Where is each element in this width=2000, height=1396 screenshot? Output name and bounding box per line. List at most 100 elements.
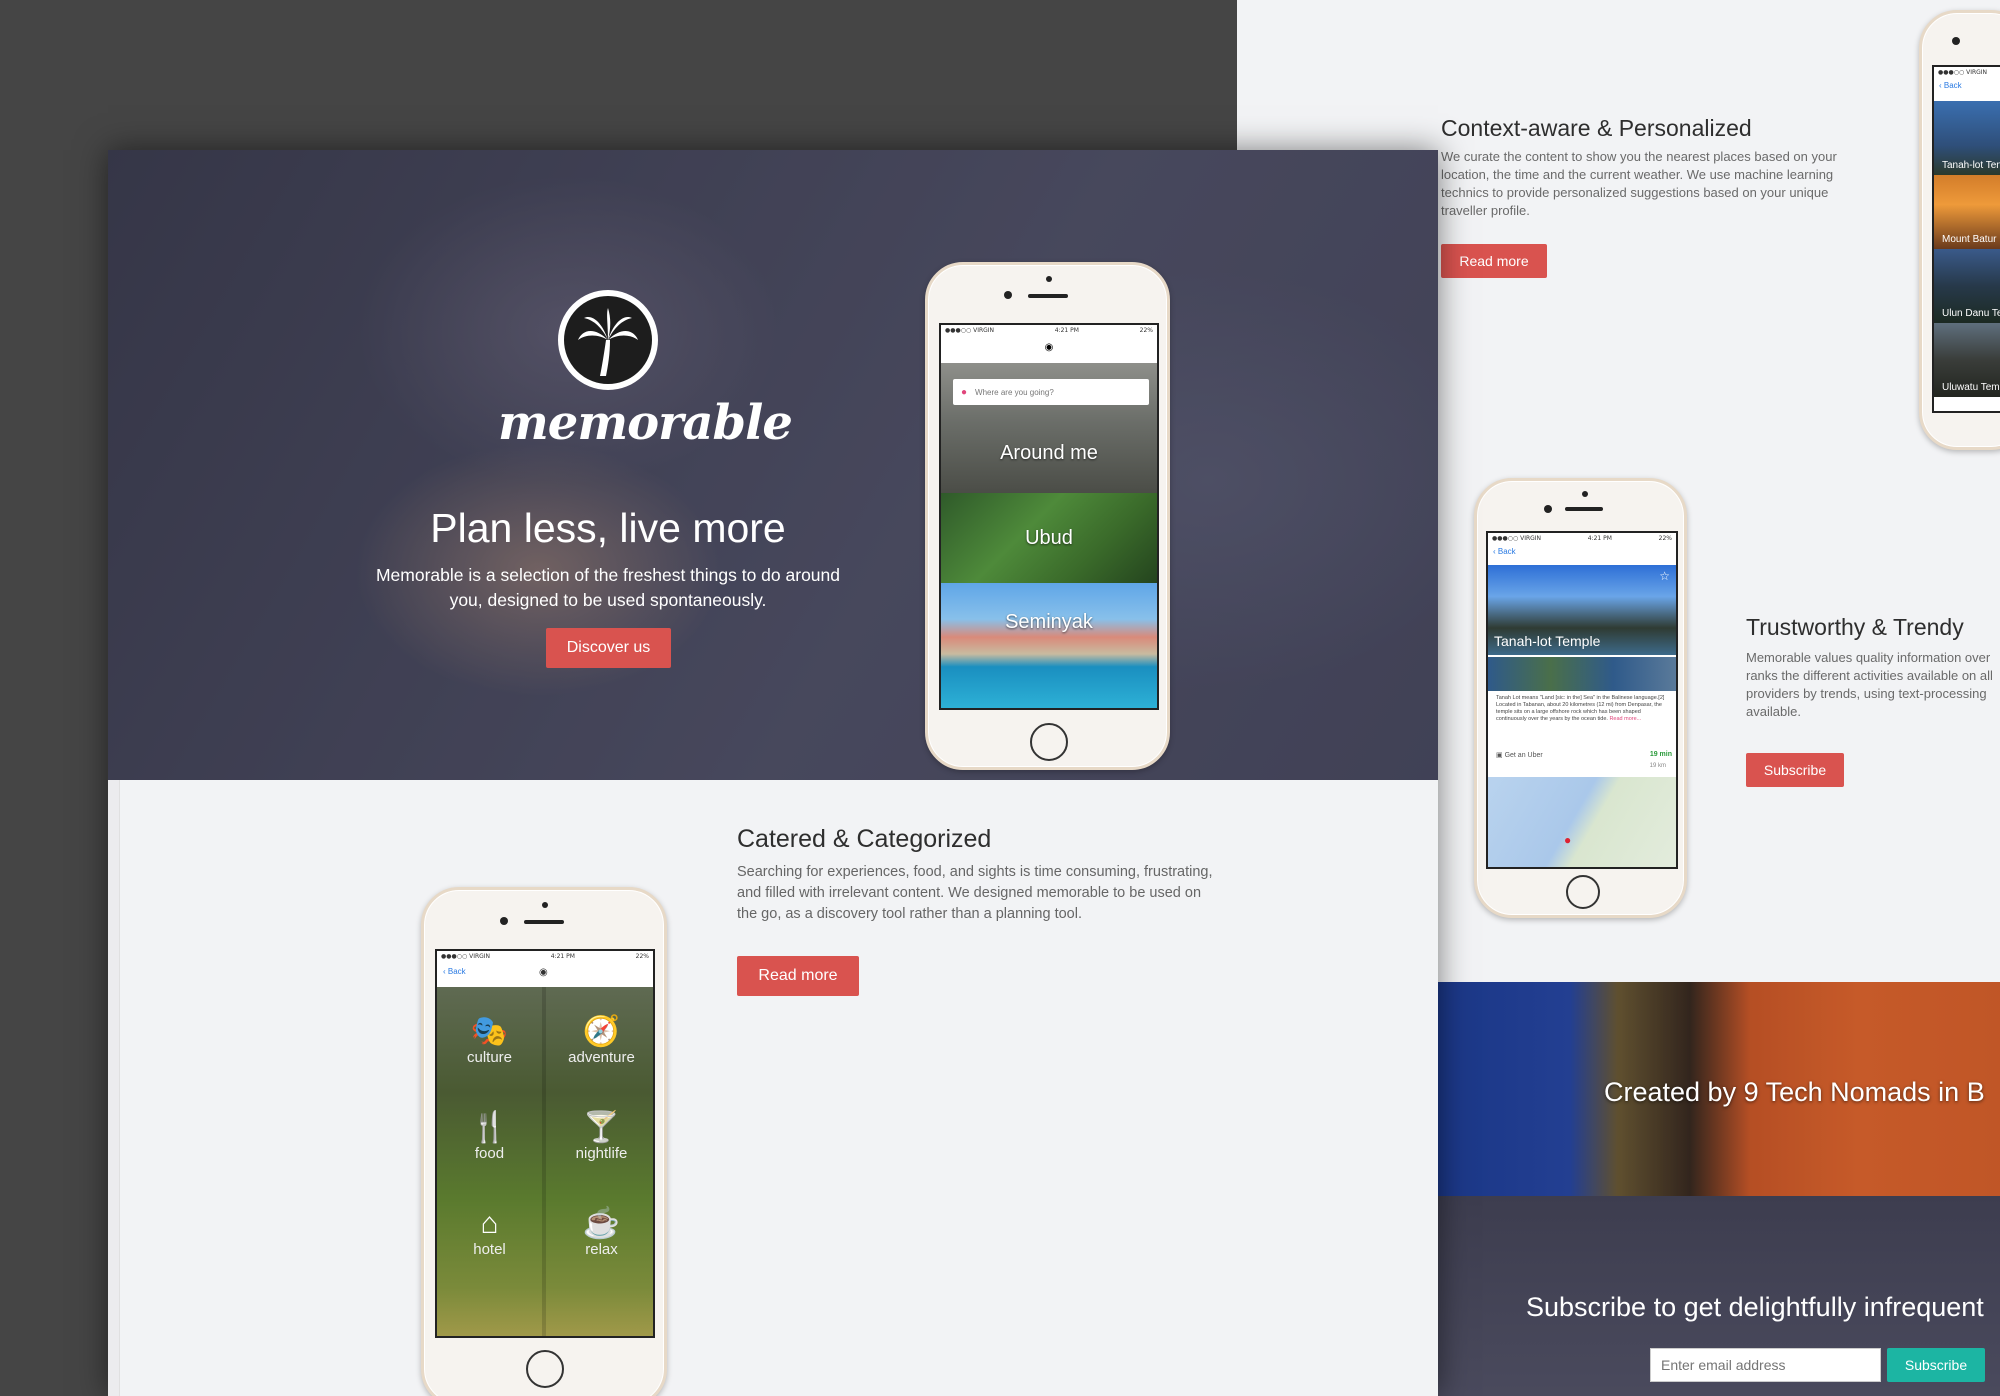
category-label: adventure — [568, 1049, 635, 1066]
status-bar: ●●●○○ VIRGIN 4:21 PM 22% — [437, 951, 653, 963]
phone-camera — [500, 917, 508, 925]
status-bar: ●●●○○ VIRGIN 4:21 PM 22% — [1488, 533, 1676, 545]
read-more-link[interactable]: Read more... — [1609, 716, 1641, 722]
list-item-label: Tanah-lot Ten — [1942, 160, 2000, 171]
context-section: Context-aware & Personalized We curate t… — [1441, 115, 1861, 278]
tile-label: Seminyak — [1005, 611, 1093, 633]
subscribe-button[interactable]: Subscribe — [1746, 753, 1844, 787]
category-relax[interactable]: ☕ relax — [546, 1207, 653, 1258]
map[interactable]: ● — [1488, 777, 1676, 867]
category-label: hotel — [473, 1241, 506, 1258]
place-title: Tanah-lot Temple — [1494, 633, 1601, 649]
home-button — [1030, 723, 1068, 761]
context-text: We curate the content to show you the ne… — [1441, 149, 1837, 218]
phone-camera — [1004, 291, 1012, 299]
phone-speaker — [1028, 294, 1068, 298]
carrier: ●●●○○ VIRGIN — [1492, 535, 1542, 542]
category-label: nightlife — [575, 1145, 628, 1162]
category-food[interactable]: 🍴 food — [437, 1111, 542, 1162]
theater-masks-icon: 🎭 — [470, 1015, 509, 1048]
categories-title: Catered & Categorized — [737, 825, 992, 853]
hero-content: memorable Plan less, live more Memorable… — [108, 150, 1438, 780]
category-grid: 🎭 culture 🧭 adventure 🍴 food 🍸 nightlife… — [437, 987, 653, 1336]
map-pin-icon: ● — [1564, 833, 1572, 847]
hero-subtitle: Memorable is a selection of the freshest… — [358, 563, 858, 613]
status-bar: ●●●○○ VIRGIN — [1934, 67, 2000, 79]
category-nightlife[interactable]: 🍸 nightlife — [546, 1111, 653, 1162]
eta: 19 min — [1649, 751, 1672, 758]
back-link[interactable]: ‹ Back — [1488, 545, 1676, 563]
team-banner-text: Created by 9 Tech Nomads in B — [1604, 1077, 1985, 1107]
phone-sensor — [542, 902, 548, 908]
categories-read-more-button[interactable]: Read more — [737, 956, 859, 996]
phone-camera — [1544, 505, 1552, 513]
tile-label: Around me — [1000, 441, 1098, 464]
star-icon[interactable]: ☆ — [1659, 569, 1670, 583]
category-culture[interactable]: 🎭 culture — [437, 1015, 542, 1066]
phone-speaker — [524, 920, 564, 924]
list-item[interactable]: Tanah-lot Ten — [1934, 101, 2000, 175]
category-label: relax — [585, 1241, 618, 1258]
distance: 19 km — [1649, 763, 1666, 769]
back-label: Back — [447, 967, 466, 976]
categories-phone: ●●●○○ VIRGIN 4:21 PM 22% ‹ Back ◉ 🎭 cult… — [421, 887, 667, 1396]
category-adventure[interactable]: 🧭 adventure — [546, 1015, 653, 1066]
back-link[interactable]: ‹ Back — [1934, 79, 2000, 92]
home-button — [526, 1350, 564, 1388]
app-logo-icon: ◉ — [539, 967, 548, 978]
discover-us-button[interactable]: Discover us — [546, 628, 671, 668]
clock: 4:21 PM — [1587, 535, 1612, 542]
phone-camera — [1952, 37, 1960, 45]
trust-section: Trustworthy & Trendy Memorable values qu… — [1746, 614, 2000, 787]
hero-section: memorable Plan less, live more Memorable… — [108, 150, 1438, 780]
list-phone: ●●●○○ VIRGIN ‹ Back Tanah-lot Ten Mount … — [1919, 10, 2000, 450]
uber-label: Get an Uber — [1504, 752, 1543, 759]
battery: 22% — [635, 953, 649, 960]
phone-sensor — [1046, 276, 1052, 282]
trust-text: Memorable values quality information ove… — [1746, 650, 1993, 719]
context-title: Context-aware & Personalized — [1441, 115, 1752, 141]
phone-sensor — [1582, 491, 1588, 497]
list-item[interactable]: Mount Batur — [1934, 175, 2000, 249]
carrier: ●●●○○ VIRGIN — [1938, 69, 1988, 76]
back-label: Back — [1943, 81, 1962, 90]
list-phone-screen: ●●●○○ VIRGIN ‹ Back Tanah-lot Ten Mount … — [1932, 65, 2000, 413]
subscribe-title: Subscribe to get delightfully infrequent — [1526, 1292, 1984, 1322]
page-edge — [108, 780, 120, 1396]
clock: 4:21 PM — [550, 953, 575, 960]
where-search-input[interactable]: ● Where are you going? — [953, 379, 1149, 405]
categories-text: Searching for experiences, food, and sig… — [737, 864, 1213, 922]
logo-wordmark[interactable]: memorable — [498, 395, 793, 451]
compass-icon: 🧭 — [582, 1015, 621, 1048]
list-item-label: Ulun Danu Te — [1942, 308, 2000, 319]
email-input[interactable] — [1650, 1348, 1881, 1382]
car-icon: ▣ — [1496, 752, 1503, 759]
hero-title: Plan less, live more — [430, 505, 786, 551]
battery: 22% — [1658, 535, 1672, 542]
hero-subtitle-line2: you, designed to be used spontaneously. — [449, 590, 767, 610]
categories-phone-screen: ●●●○○ VIRGIN 4:21 PM 22% ‹ Back ◉ 🎭 cult… — [435, 949, 655, 1338]
status-bar: ●●●○○ VIRGIN 4:21 PM 22% — [941, 325, 1157, 337]
tile-seminyak[interactable]: Seminyak — [941, 583, 1157, 708]
photo-strip[interactable] — [1488, 657, 1676, 691]
list-item-label: Uluwatu Tem — [1942, 382, 2000, 393]
list-item[interactable]: Uluwatu Tem — [1934, 323, 2000, 397]
phone-speaker — [1565, 507, 1603, 511]
back-link[interactable]: ‹ Back ◉ — [437, 963, 653, 987]
subscribe-footer: Subscribe to get delightfully infrequent… — [1438, 1196, 2000, 1396]
trust-title: Trustworthy & Trendy — [1746, 614, 1964, 640]
uber-row[interactable]: ▣ Get an Uber 19 min — [1496, 751, 1672, 759]
palm-logo-icon[interactable] — [558, 290, 658, 390]
hero-subtitle-line1: Memorable is a selection of the freshest… — [375, 565, 840, 585]
tile-ubud[interactable]: Ubud — [941, 493, 1157, 583]
context-read-more-button[interactable]: Read more — [1441, 244, 1547, 278]
list-item[interactable]: Ulun Danu Te — [1934, 249, 2000, 323]
battery: 22% — [1139, 327, 1153, 334]
bed-icon: ⌂ — [480, 1207, 499, 1240]
tile-around-me[interactable]: ● Where are you going? Around me — [941, 363, 1157, 493]
app-logo-icon: ◉ — [1044, 342, 1054, 353]
carrier: ●●●○○ VIRGIN — [441, 953, 491, 960]
hero-phone-screen: ●●●○○ VIRGIN 4:21 PM 22% ◉ ● Where are y… — [939, 323, 1159, 710]
category-hotel[interactable]: ⌂ hotel — [437, 1207, 542, 1258]
footer-subscribe-button[interactable]: Subscribe — [1887, 1348, 1985, 1382]
